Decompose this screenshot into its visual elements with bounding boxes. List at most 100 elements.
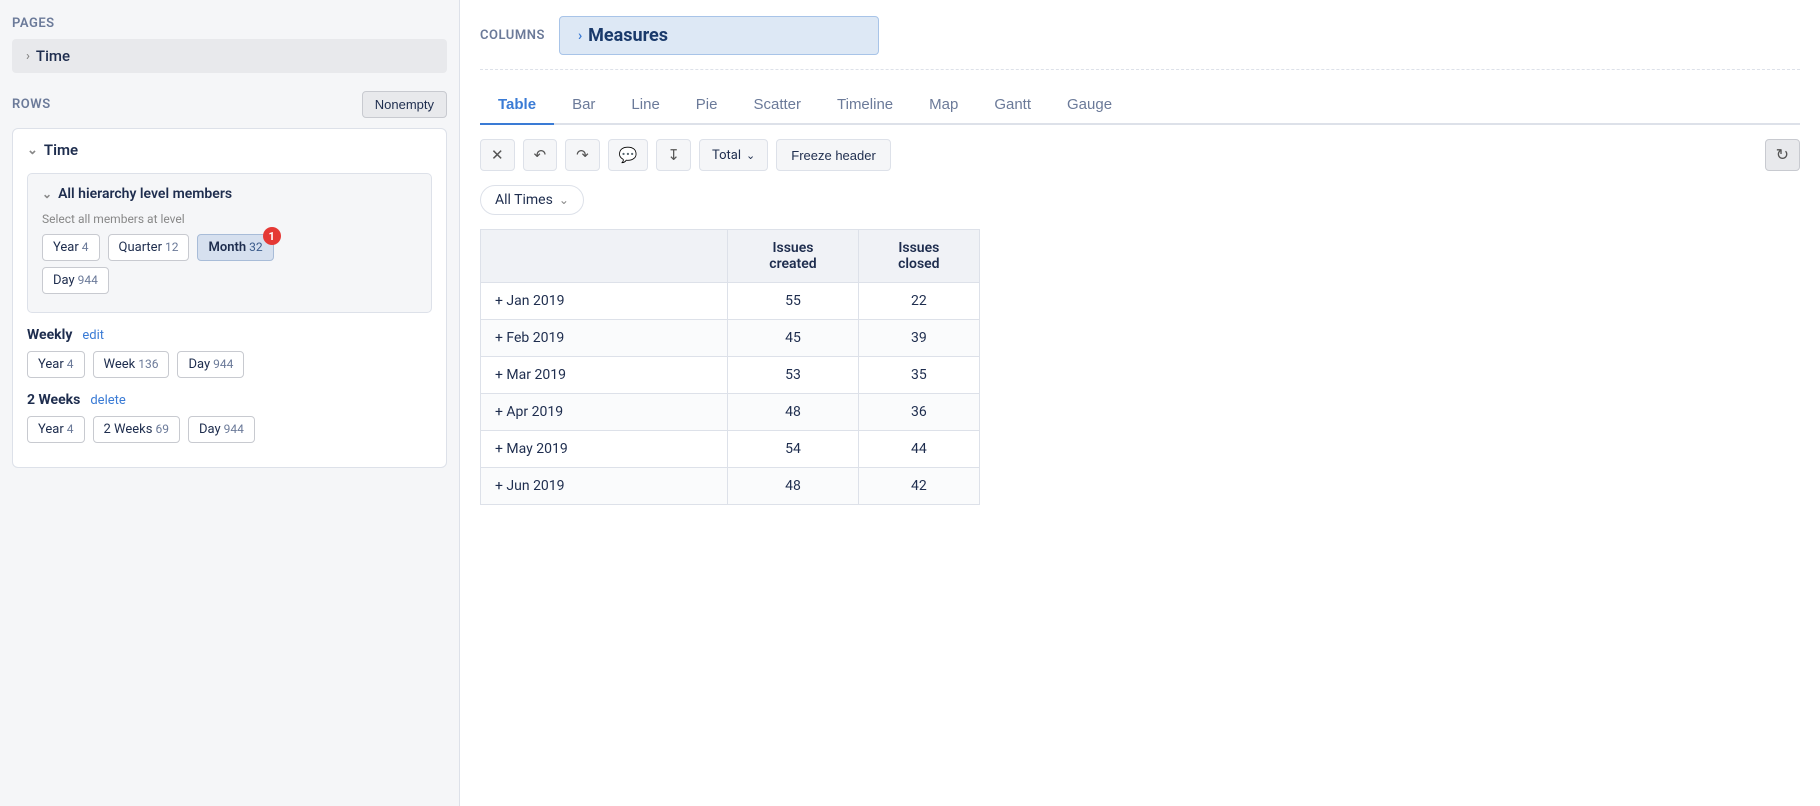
- table-cell-label[interactable]: + Mar 2019: [481, 357, 728, 394]
- weekly-header: Weekly edit: [27, 327, 432, 343]
- chart-tabs: Table Bar Line Pie Scatter Timeline Map …: [480, 86, 1800, 125]
- table-row: + Mar 20195335: [481, 357, 980, 394]
- day-count: 944: [78, 273, 98, 287]
- table-cell-issues-created: 55: [728, 283, 858, 320]
- rows-time-label: Time: [44, 141, 78, 159]
- all-times-filter[interactable]: All Times ⌄: [480, 185, 584, 215]
- weekly-pills-row: Year 4 Week 136 Day 944: [27, 351, 432, 378]
- two-weeks-header: 2 Weeks delete: [27, 392, 432, 408]
- table-cell-label[interactable]: + Jun 2019: [481, 468, 728, 505]
- pages-time-label: Time: [36, 47, 70, 65]
- tab-table[interactable]: Table: [480, 86, 554, 125]
- two-weeks-year-count: 4: [67, 422, 74, 436]
- weekly-week-pill[interactable]: Week 136: [93, 351, 170, 378]
- table-cell-issues-created: 45: [728, 320, 858, 357]
- year-count: 4: [82, 240, 89, 254]
- pages-chevron-icon: ›: [26, 49, 30, 64]
- table-cell-label[interactable]: + May 2019: [481, 431, 728, 468]
- level-pill-day[interactable]: Day 944: [42, 267, 109, 294]
- measures-chevron-icon: ›: [578, 28, 582, 44]
- tab-timeline[interactable]: Timeline: [819, 86, 911, 125]
- comment-button[interactable]: 💬: [608, 139, 649, 171]
- level-pill-month[interactable]: Month 32 1: [197, 234, 273, 261]
- data-table: Issuescreated Issuesclosed + Jan 2019552…: [480, 229, 980, 505]
- year-label: Year: [53, 240, 79, 255]
- table-row: + May 20195444: [481, 431, 980, 468]
- pages-time-pill[interactable]: › Time: [12, 39, 447, 73]
- total-chevron-icon: ⌄: [746, 149, 755, 162]
- undo-button[interactable]: ↶: [523, 139, 558, 171]
- table-cell-label[interactable]: + Jan 2019: [481, 283, 728, 320]
- columns-label: Columns: [480, 28, 545, 43]
- pages-label: Pages: [12, 16, 447, 31]
- tab-map[interactable]: Map: [911, 86, 976, 125]
- weekly-day-pill[interactable]: Day 944: [177, 351, 244, 378]
- select-label: Select all members at level: [42, 212, 417, 226]
- rows-header: Rows Nonempty: [12, 91, 447, 118]
- table-row: + Feb 20194539: [481, 320, 980, 357]
- download-button[interactable]: ↧: [656, 139, 691, 171]
- tab-bar[interactable]: Bar: [554, 86, 613, 125]
- redo-button[interactable]: ↷: [565, 139, 600, 171]
- weekly-day-label: Day: [188, 357, 210, 372]
- hierarchy-pills-row: Year 4 Quarter 12 Month 32 1: [42, 234, 417, 261]
- all-times-label: All Times: [495, 192, 553, 208]
- tab-line[interactable]: Line: [613, 86, 677, 125]
- table-cell-label[interactable]: + Feb 2019: [481, 320, 728, 357]
- hierarchy-title-label: All hierarchy level members: [58, 186, 232, 202]
- level-pill-quarter[interactable]: Quarter 12: [108, 234, 190, 261]
- table-cell-issues-created: 54: [728, 431, 858, 468]
- tab-scatter[interactable]: Scatter: [735, 86, 819, 125]
- hierarchy-block: ⌄ All hierarchy level members Select all…: [27, 173, 432, 313]
- table-cell-issues-created: 48: [728, 468, 858, 505]
- two-weeks-year-pill[interactable]: Year 4: [27, 416, 85, 443]
- nonempty-button[interactable]: Nonempty: [362, 91, 447, 118]
- rows-chevron-down-icon: ⌄: [27, 143, 38, 158]
- two-weeks-2weeks-label: 2 Weeks: [104, 422, 153, 437]
- measures-label: Measures: [588, 25, 668, 46]
- right-panel: Columns › Measures Table Bar Line Pie Sc…: [460, 0, 1820, 806]
- filter-chevron-icon: ⌄: [559, 193, 569, 207]
- cross-icon-button[interactable]: ✕: [480, 139, 515, 171]
- weekly-block: Weekly edit Year 4 Week 136 Day 944: [27, 327, 432, 378]
- table-cell-issues-closed: 35: [858, 357, 979, 394]
- tab-gantt[interactable]: Gantt: [976, 86, 1049, 125]
- quarter-count: 12: [165, 240, 179, 254]
- tab-pie[interactable]: Pie: [678, 86, 736, 125]
- weekly-edit-link[interactable]: edit: [82, 328, 104, 343]
- hierarchy-chevron-icon: ⌄: [42, 187, 52, 201]
- weekly-week-count: 136: [138, 357, 158, 371]
- table-cell-issues-closed: 39: [858, 320, 979, 357]
- filter-bar: All Times ⌄: [480, 185, 1800, 215]
- weekly-year-pill[interactable]: Year 4: [27, 351, 85, 378]
- measures-pill[interactable]: › Measures: [559, 16, 879, 55]
- toolbar: ✕ ↶ ↷ 💬 ↧ Total ⌄ Freeze header ↻: [480, 139, 1800, 171]
- two-weeks-pills-row: Year 4 2 Weeks 69 Day 944: [27, 416, 432, 443]
- table-header-empty: [481, 230, 728, 283]
- table-cell-issues-closed: 42: [858, 468, 979, 505]
- columns-header: Columns › Measures: [480, 16, 1800, 70]
- month-count: 32: [249, 240, 263, 254]
- two-weeks-label: 2 Weeks: [27, 392, 80, 408]
- month-badge: 1: [263, 227, 281, 245]
- two-weeks-2weeks-pill[interactable]: 2 Weeks 69: [93, 416, 180, 443]
- month-label: Month: [208, 240, 246, 255]
- two-weeks-delete-link[interactable]: delete: [90, 393, 125, 408]
- level-pill-year[interactable]: Year 4: [42, 234, 100, 261]
- quarter-label: Quarter: [119, 240, 162, 255]
- table-cell-label[interactable]: + Apr 2019: [481, 394, 728, 431]
- day-label: Day: [53, 273, 75, 288]
- table-header-issues-created: Issuescreated: [728, 230, 858, 283]
- two-weeks-day-count: 944: [224, 422, 244, 436]
- refresh-button[interactable]: ↻: [1765, 139, 1800, 171]
- two-weeks-2weeks-count: 69: [155, 422, 169, 436]
- weekly-week-label: Week: [104, 357, 136, 372]
- two-weeks-day-pill[interactable]: Day 944: [188, 416, 255, 443]
- total-dropdown[interactable]: Total ⌄: [699, 139, 768, 171]
- freeze-header-button[interactable]: Freeze header: [776, 139, 891, 171]
- table-row: + Apr 20194836: [481, 394, 980, 431]
- hierarchy-pills-row-2: Day 944: [42, 267, 417, 294]
- total-label: Total: [712, 148, 741, 163]
- left-panel: Pages › Time Rows Nonempty ⌄ Time ⌄ All …: [0, 0, 460, 806]
- tab-gauge[interactable]: Gauge: [1049, 86, 1130, 125]
